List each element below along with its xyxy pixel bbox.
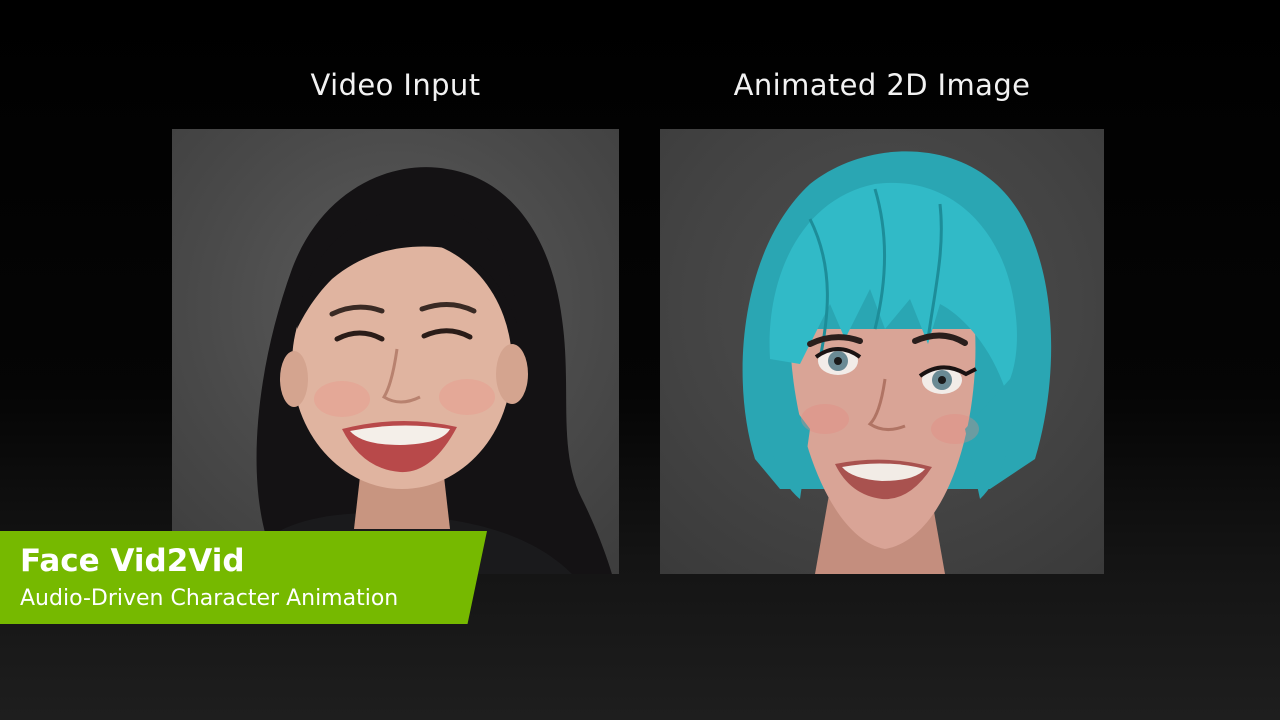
person-portrait-image (232, 167, 612, 574)
lower-third-subtitle: Audio-Driven Character Animation (20, 586, 399, 611)
video-input-caption: Video Input (310, 68, 481, 102)
video-input-panel (172, 129, 619, 574)
lower-third-banner: Face Vid2Vid Audio-Driven Character Anim… (0, 531, 487, 624)
lower-third-title: Face Vid2Vid (20, 543, 245, 579)
animated-avatar-image (742, 151, 1052, 574)
animated-image-caption: Animated 2D Image (733, 68, 1031, 102)
animated-avatar-panel (660, 129, 1104, 574)
video-frame: Video Input Animated 2D Image Face Vid2V… (0, 0, 1280, 720)
